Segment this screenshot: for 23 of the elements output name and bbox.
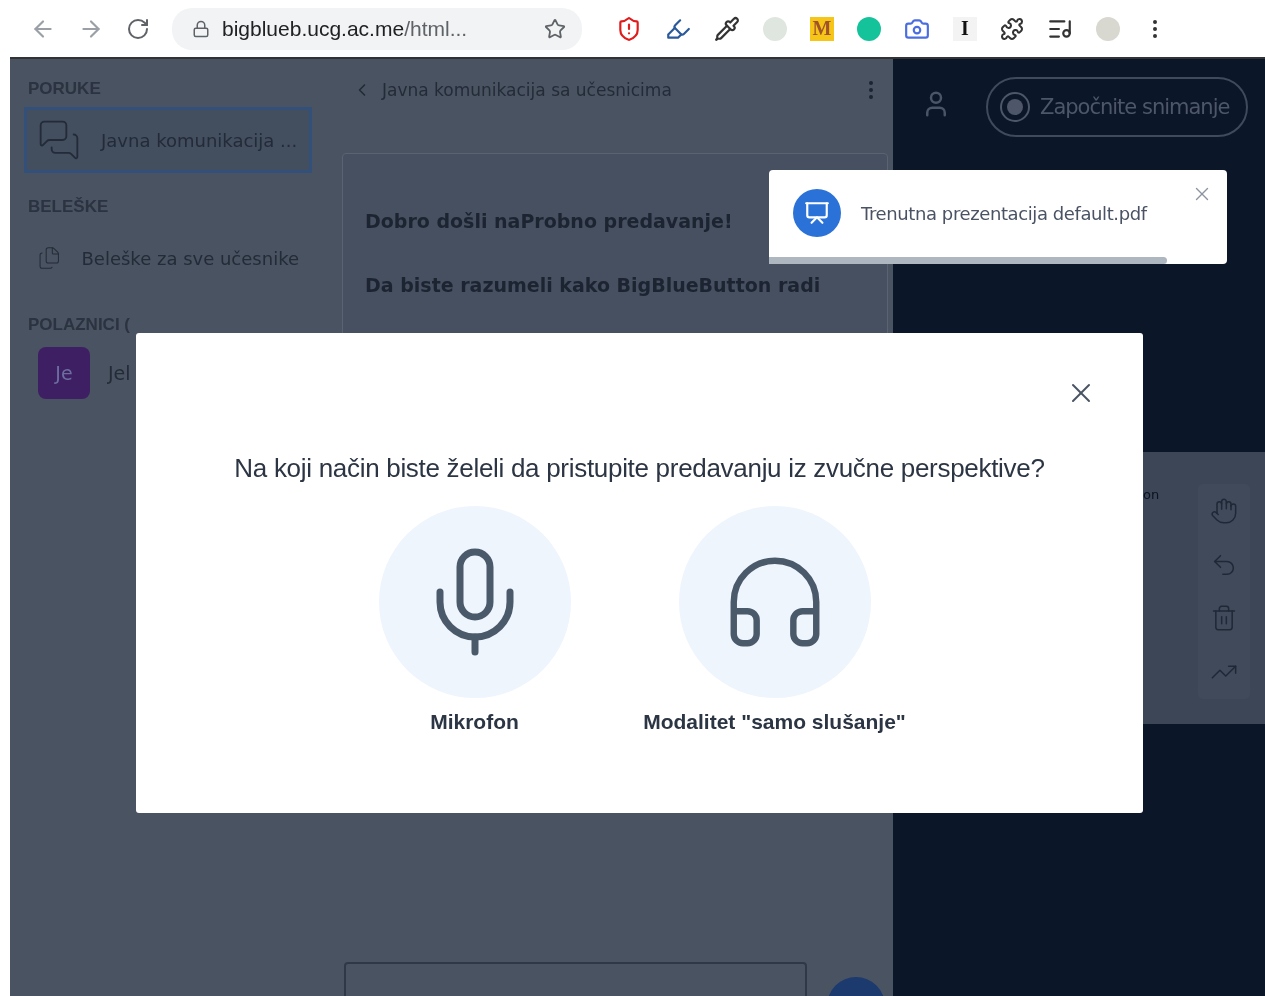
- shield-icon[interactable]: [616, 15, 642, 42]
- user-avatar: Je: [38, 347, 90, 399]
- chat-bubbles-icon: [37, 118, 81, 162]
- record-icon: [1000, 92, 1030, 122]
- record-button[interactable]: Započnite snimanje: [986, 77, 1248, 137]
- circle-icon[interactable]: [857, 16, 881, 41]
- puzzle-icon[interactable]: [1000, 16, 1024, 41]
- extension-icon[interactable]: M: [810, 16, 834, 41]
- address-bar[interactable]: bigblueb.ucg.ac.me/html...: [172, 7, 582, 50]
- audio-option[interactable]: Mikrofon: [324, 506, 625, 734]
- profile-avatar[interactable]: [1096, 16, 1120, 41]
- dialog-question: Na koji način biste želeli da pristupite predavanju iz zvučne perspektive?: [234, 453, 1045, 484]
- hand-icon[interactable]: [1210, 496, 1238, 525]
- audio-option[interactable]: Modalitet "samo slušanje": [624, 506, 925, 734]
- presentation-icon: [793, 189, 841, 237]
- lock-icon: [192, 19, 210, 38]
- url-text: bigblueb.ucg.ac.me/html...: [222, 16, 469, 41]
- toast-text: Trenutna prezentacija default.pdf: [861, 202, 1147, 224]
- reload-icon[interactable]: [126, 16, 150, 41]
- star-icon[interactable]: [544, 17, 566, 40]
- trash-icon[interactable]: [1210, 604, 1238, 633]
- extension-icon[interactable]: I: [953, 16, 977, 41]
- eyedropper-icon[interactable]: [714, 15, 740, 42]
